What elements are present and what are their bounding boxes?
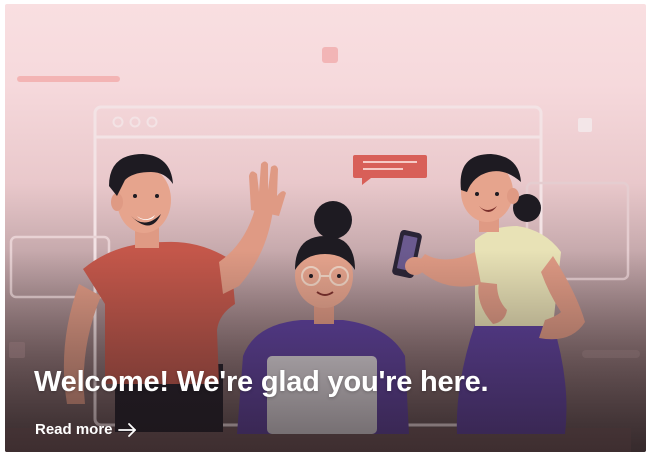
chat-bubble-icon: [353, 155, 427, 185]
read-more-link[interactable]: Read more: [35, 421, 138, 438]
welcome-hero-card: Welcome! We're glad you're here. Read mo…: [5, 4, 646, 452]
window-dot-icon: [129, 116, 141, 128]
decor-right-bar: [582, 350, 640, 358]
window-dot-icon: [146, 116, 158, 128]
arrow-right-icon: [117, 422, 136, 437]
hero-headline: Welcome! We're glad you're here.: [34, 366, 489, 398]
decor-left-square: [9, 342, 25, 358]
decor-small-square: [578, 118, 592, 132]
decor-square: [322, 47, 338, 63]
window-dot-icon: [112, 116, 124, 128]
decor-bar: [17, 76, 120, 82]
read-more-label: Read more: [35, 421, 113, 438]
